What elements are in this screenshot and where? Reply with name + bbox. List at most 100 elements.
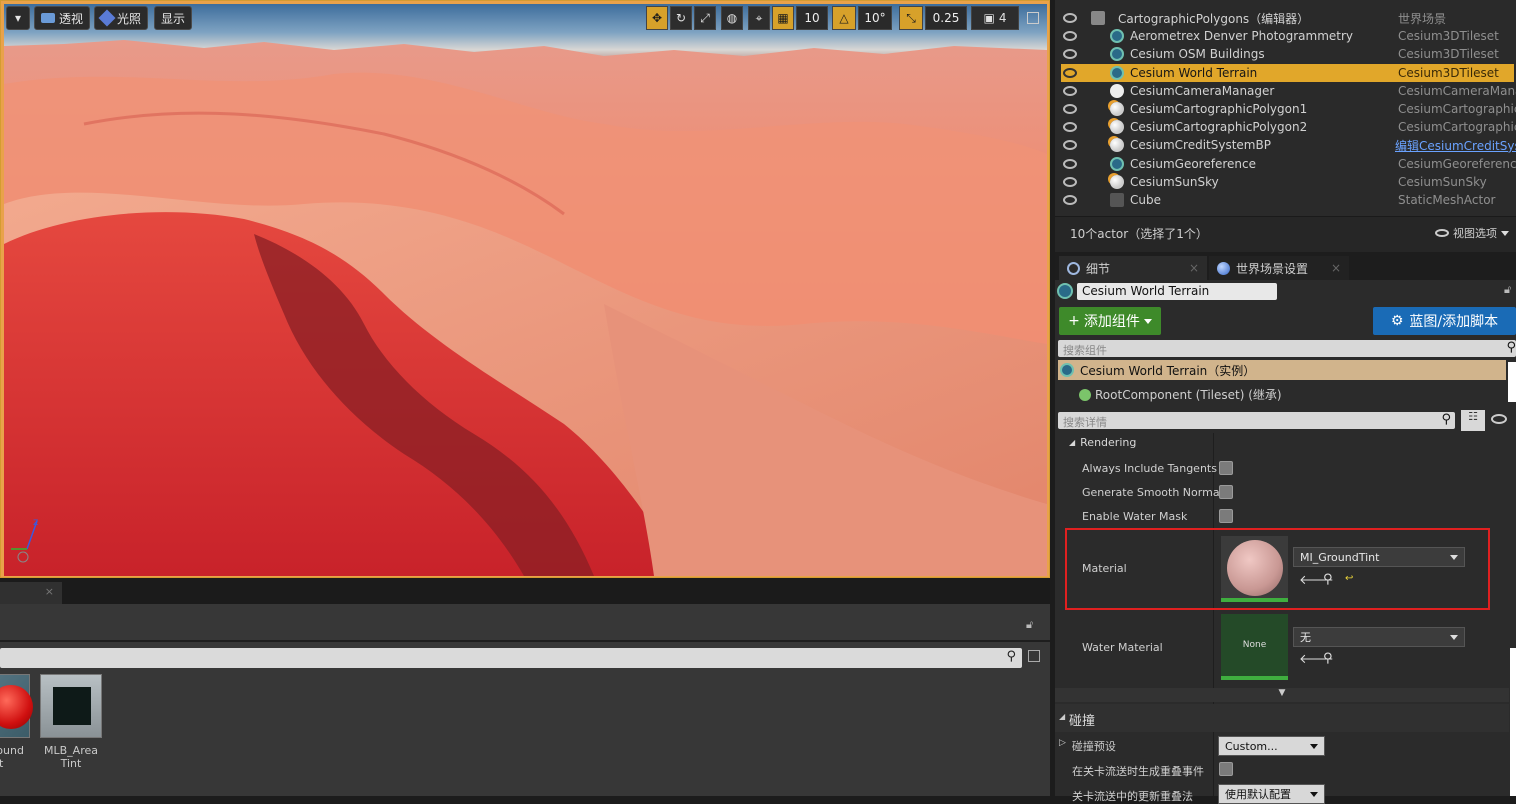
maximize-viewport-icon[interactable]	[1027, 12, 1039, 24]
rotate-snap-toggle[interactable]: △	[832, 6, 856, 30]
content-browser-tabbar: ×	[0, 578, 1050, 604]
world-local-toggle[interactable]: ◍	[721, 6, 743, 30]
details-search-input[interactable]: 搜索详情 ⚲	[1058, 412, 1455, 429]
save-search-icon[interactable]	[1028, 650, 1040, 662]
scale-snap-value[interactable]: 0.25	[925, 6, 967, 30]
scale-icon: ⤢	[700, 10, 710, 25]
outliner-item-label: Aerometrex Denver Photogrammetry	[1130, 29, 1354, 44]
eye-icon[interactable]	[1491, 414, 1507, 424]
visibility-eye-icon[interactable]	[1063, 104, 1077, 114]
outliner-row[interactable]: CesiumCartographicPolygon2 CesiumCartogra…	[1061, 118, 1516, 136]
visibility-eye-icon[interactable]	[1063, 176, 1077, 187]
close-icon[interactable]: ×	[1189, 261, 1199, 275]
level-stream-method-dropdown[interactable]: 使用默认配置	[1218, 784, 1325, 804]
visibility-eye-icon[interactable]	[1063, 31, 1077, 42]
lock-icon[interactable]: 🔓︎	[1504, 283, 1511, 297]
generate-overlap-events-checkbox[interactable]	[1219, 762, 1233, 776]
surface-snap-button[interactable]: ⌖	[748, 6, 770, 30]
outliner-row[interactable]: CartographicPolygons（编辑器） 世界场景	[1061, 9, 1514, 27]
collision-category[interactable]: ◢ 碰撞	[1055, 704, 1509, 732]
asset-thumbnail[interactable]	[40, 674, 102, 738]
browse-search-icon[interactable]: ⚲	[1323, 651, 1333, 666]
globe-icon	[1217, 261, 1230, 275]
tab-details[interactable]: 细节 ×	[1059, 256, 1207, 280]
view-options-button[interactable]: 视图选项	[1435, 225, 1509, 241]
outliner-row[interactable]: Cesium OSM Buildings Cesium3DTileset	[1061, 45, 1514, 63]
outliner-row[interactable]: CesiumGeoreference CesiumGeoreference	[1061, 155, 1516, 173]
browse-search-icon[interactable]: ⚲	[1323, 572, 1333, 587]
generate-smooth-normals-checkbox[interactable]	[1219, 485, 1233, 499]
visibility-eye-icon[interactable]	[1063, 13, 1077, 23]
always-include-tangents-checkbox[interactable]	[1219, 461, 1233, 475]
visibility-eye-icon[interactable]	[1063, 158, 1077, 169]
outliner-item-label: CesiumGeoreference	[1130, 156, 1256, 171]
rotate-icon: ↻	[675, 11, 687, 25]
outliner-item-label: Cube	[1130, 193, 1161, 207]
scrollbar[interactable]	[1510, 648, 1516, 796]
tab-world-settings[interactable]: 世界场景设置 ×	[1209, 256, 1349, 280]
component-instance-row[interactable]: Cesium World Terrain（实例）	[1058, 360, 1506, 380]
lit-label: 光照	[117, 11, 142, 26]
outliner-row[interactable]: Cesium World Terrain Cesium3DTileset	[1061, 63, 1514, 82]
outliner-row[interactable]: CesiumCameraManager CesiumCameraManage	[1061, 82, 1516, 100]
visibility-eye-icon[interactable]	[1063, 85, 1077, 96]
outliner-item-type: CesiumGeoreference	[1398, 156, 1516, 171]
lock-icon[interactable]: 🔓︎	[1026, 618, 1033, 632]
visibility-eye-icon[interactable]	[1063, 140, 1077, 151]
camera-speed-button[interactable]: ▣ 4	[971, 6, 1019, 30]
chevron-down-icon	[1450, 634, 1458, 640]
grid-snap-toggle[interactable]: ▦	[772, 6, 794, 30]
grid-snap-value[interactable]: 10	[796, 6, 828, 30]
perspective-button[interactable]: 透视	[34, 6, 91, 30]
component-search-input[interactable]: 搜索组件 ⚲	[1058, 340, 1516, 357]
perspective-label: 透视	[59, 11, 84, 26]
outliner-row[interactable]: CesiumCartographicPolygon1 CesiumCartogra…	[1061, 100, 1516, 118]
water-material-thumbnail[interactable]: None	[1221, 614, 1288, 680]
asset-search-input[interactable]: ⚲	[0, 648, 1022, 668]
rotate-tool-button[interactable]: ↻	[670, 6, 692, 30]
visibility-eye-icon[interactable]	[1063, 122, 1077, 133]
move-arrows-icon: ✥	[651, 11, 663, 25]
add-component-button[interactable]: + 添加组件	[1059, 307, 1161, 335]
chevron-down-icon	[1310, 743, 1318, 749]
rotate-snap-value[interactable]: 10°	[858, 6, 892, 30]
outliner-item-type: Cesium3DTileset	[1398, 29, 1499, 44]
polygon-icon	[1110, 120, 1124, 135]
show-button[interactable]: 显示	[154, 6, 193, 30]
water-material-dropdown[interactable]: 无	[1293, 627, 1465, 647]
actor-name-field[interactable]: Cesium World Terrain	[1077, 283, 1277, 300]
asset-thumbnail[interactable]	[0, 674, 33, 738]
right-panel: CartographicPolygons（编辑器） 世界场景 Aerometrex …	[1055, 0, 1516, 804]
content-browser-tab[interactable]: ×	[0, 582, 62, 604]
scale-tool-button[interactable]: ⤢	[694, 6, 716, 30]
enable-water-mask-checkbox[interactable]	[1219, 509, 1233, 523]
collision-preset-dropdown[interactable]: Custom...	[1218, 736, 1325, 756]
level-viewport[interactable]: ▾ 透视 光照 显示 ✥ ↻ ⤢ ◍ ⌖ ▦ 10 △ 10° ⤡ 0.25 ▣…	[0, 0, 1050, 578]
material-dropdown[interactable]: MI_GroundTint	[1293, 547, 1465, 567]
reset-default-icon[interactable]: ↩	[1345, 573, 1353, 584]
actor-icon	[1110, 83, 1124, 98]
outliner-row[interactable]: CesiumSunSky CesiumSunSky	[1061, 173, 1514, 191]
visibility-eye-icon[interactable]	[1063, 49, 1077, 60]
edit-blueprint-link[interactable]: 编辑CesiumCreditSys	[1395, 137, 1516, 154]
outliner-row[interactable]: Cube StaticMeshActor	[1061, 191, 1514, 209]
close-icon[interactable]: ×	[45, 585, 54, 598]
grid-icon: ▦	[777, 11, 789, 25]
visibility-eye-icon[interactable]	[1063, 195, 1077, 205]
scrollbar[interactable]	[1508, 362, 1516, 402]
close-icon[interactable]: ×	[1331, 261, 1341, 275]
root-component-row[interactable]: RootComponent (Tileset) (继承)	[1079, 386, 1282, 403]
blueprint-button[interactable]: ⚙ 蓝图/添加脚本	[1373, 307, 1516, 335]
property-matrix-button[interactable]: ☷	[1461, 410, 1485, 431]
collision-preset-row[interactable]: ▷ 碰撞预设	[1059, 738, 1116, 754]
lit-mode-button[interactable]: 光照	[94, 6, 149, 30]
scale-snap-toggle[interactable]: ⤡	[899, 6, 923, 30]
outliner-row[interactable]: Aerometrex Denver Photogrammetry Cesium3D…	[1061, 27, 1514, 45]
visibility-eye-icon[interactable]	[1063, 67, 1077, 78]
viewport-menu-button[interactable]: ▾	[6, 6, 30, 30]
material-thumbnail[interactable]	[1221, 536, 1288, 602]
rendering-category[interactable]: ◢ Rendering	[1069, 436, 1136, 449]
advanced-expand-button[interactable]: ▼	[1055, 688, 1509, 702]
translate-tool-button[interactable]: ✥	[646, 6, 668, 30]
outliner-row[interactable]: CesiumCreditSystemBP 编辑CesiumCreditSys	[1061, 136, 1516, 154]
